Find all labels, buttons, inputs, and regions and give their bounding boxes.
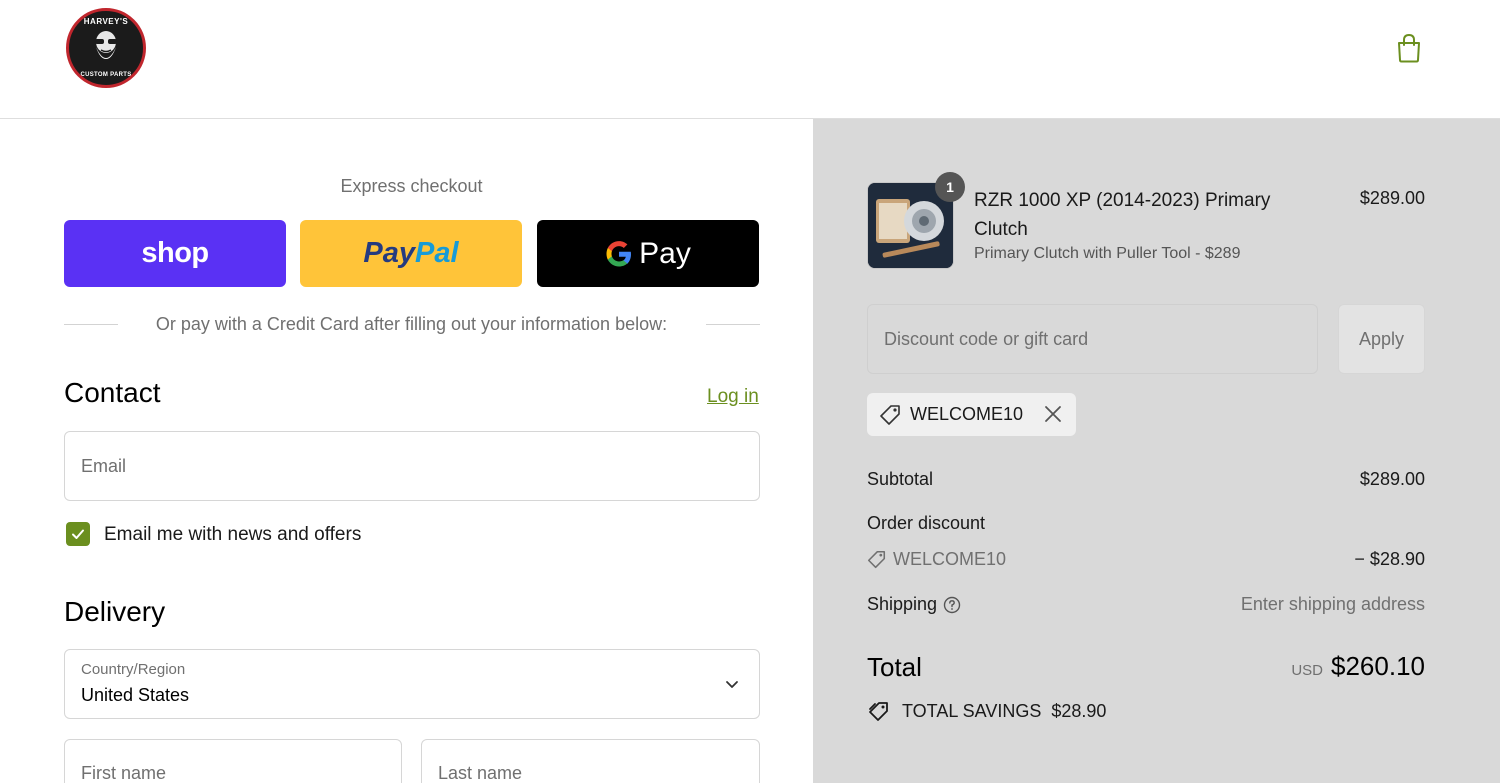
- total-currency: USD: [1291, 662, 1324, 679]
- last-name-placeholder: Last name: [438, 763, 523, 783]
- country-select[interactable]: Country/Region United States: [64, 649, 760, 719]
- discount-code-input[interactable]: Discount code or gift card: [867, 304, 1318, 374]
- remove-discount-icon[interactable]: [1043, 404, 1063, 424]
- header: HARVEY'S CUSTOM PARTS: [0, 0, 1500, 119]
- logo-face-icon: [95, 31, 117, 59]
- express-checkout-label: Express checkout: [340, 176, 483, 196]
- logo-text-bottom: CUSTOM PARTS: [80, 72, 132, 78]
- discount-placeholder: Discount code or gift card: [884, 328, 1089, 349]
- apply-label: Apply: [1358, 328, 1405, 349]
- first-name-field[interactable]: First name: [64, 739, 402, 783]
- savings-label: TOTAL SAVINGS: [902, 701, 1042, 721]
- log-in-link[interactable]: Log in: [707, 386, 759, 408]
- order-discount-label: Order discount: [867, 513, 986, 533]
- apply-discount-button[interactable]: Apply: [1338, 304, 1425, 374]
- shipping-label: Shipping: [867, 594, 938, 614]
- shopping-bag-icon[interactable]: [1395, 33, 1423, 63]
- store-logo[interactable]: HARVEY'S CUSTOM PARTS: [66, 8, 146, 88]
- shipping-row: Shipping: [867, 594, 961, 615]
- total-label: Total: [867, 652, 922, 682]
- quantity-badge: 1: [935, 172, 965, 202]
- credit-card-divider-text: Or pay with a Credit Card after filling …: [155, 314, 668, 334]
- google-pay-button[interactable]: Pay: [537, 220, 759, 287]
- google-pay-label: Pay: [639, 236, 691, 270]
- country-label: Country/Region: [81, 661, 186, 678]
- country-value: United States: [81, 685, 190, 705]
- product-price: $289.00: [1359, 188, 1425, 208]
- shop-pay-label: shop: [141, 237, 209, 269]
- first-name-placeholder: First name: [81, 763, 167, 783]
- checkmark-icon: [72, 529, 84, 539]
- newsletter-checkbox[interactable]: [66, 522, 90, 546]
- total-amount: USD $260.10: [1291, 651, 1425, 682]
- last-name-field[interactable]: Last name: [421, 739, 760, 783]
- newsletter-label: Email me with news and offers: [104, 524, 362, 545]
- google-g-icon: [605, 240, 633, 268]
- tag-icon: [879, 404, 901, 426]
- logo-text-top: HARVEY'S: [83, 17, 129, 26]
- email-field[interactable]: Email: [64, 431, 760, 501]
- subtotal-label: Subtotal: [867, 469, 934, 489]
- shop-pay-button[interactable]: shop: [64, 220, 286, 287]
- email-placeholder: Email: [81, 455, 127, 476]
- savings-value: $28.90: [1051, 701, 1107, 721]
- subtotal-value: $289.00: [1359, 469, 1425, 489]
- product-name: RZR 1000 XP (2014-2023) Primary Clutch: [974, 190, 1271, 240]
- shipping-value: Enter shipping address: [1240, 594, 1425, 614]
- product-variant: Primary Clutch with Puller Tool - $289: [974, 245, 1241, 262]
- chevron-down-icon: [726, 681, 738, 688]
- total-savings-row: TOTAL SAVINGS $28.90: [867, 700, 1106, 723]
- discount-code-row: WELCOME10: [867, 549, 1006, 570]
- total-value: $260.10: [1331, 651, 1425, 681]
- paypal-label-part2: Pal: [415, 237, 459, 269]
- paypal-button[interactable]: Pay Pal: [300, 220, 522, 287]
- tag-icon: [867, 550, 886, 569]
- discount-amount: − $28.90: [1354, 549, 1425, 569]
- help-icon[interactable]: [943, 596, 961, 614]
- discount-code-name: WELCOME10: [893, 549, 1007, 569]
- applied-code-text: WELCOME10: [910, 404, 1024, 424]
- delivery-heading: Delivery: [64, 596, 166, 627]
- contact-heading: Contact: [64, 377, 161, 408]
- paypal-label-part1: Pay: [363, 237, 416, 269]
- savings-tag-icon: [867, 700, 890, 723]
